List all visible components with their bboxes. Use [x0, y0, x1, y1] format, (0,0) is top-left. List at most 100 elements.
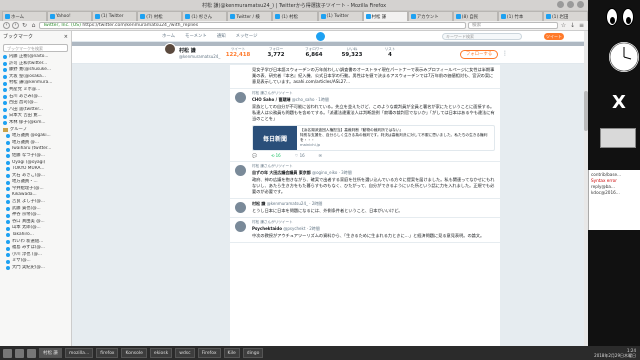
link-card[interactable]: 毎日新聞 【浜名湖派遣団人権担当】高裁判断『動物の裁判所ではない』 特別な支援を、自… — [252, 125, 495, 151]
tweet-avatar[interactable] — [235, 202, 246, 213]
tweet-avatar[interactable] — [235, 221, 246, 232]
profile-stat[interactable]: フォロー 3,772 — [262, 47, 290, 58]
profile-avatar[interactable] — [164, 43, 176, 55]
minimize-button[interactable] — [557, 1, 564, 8]
taskbar-button[interactable]: ekiosk — [149, 348, 173, 358]
bookmark-item[interactable]: Oyagi (@oyagi) — [0, 160, 71, 167]
bookmark-item[interactable]: ミサ(@... — [0, 258, 71, 265]
nav-messages[interactable]: メッセージ — [236, 33, 258, 39]
close-button[interactable] — [577, 1, 584, 8]
taskbar-button[interactable]: firefox — [96, 348, 119, 358]
forward-icon[interactable]: › — [12, 22, 19, 29]
like-icon[interactable]: ♡ 16 — [295, 153, 305, 158]
taskbar-button[interactable]: wdsc — [175, 348, 195, 358]
bookmark-item[interactable]: 武藤 貴也(@... — [0, 206, 71, 213]
profile-name[interactable]: 村松 謙 — [179, 47, 196, 54]
browser-tab[interactable]: (7) 村松 — [137, 11, 183, 21]
bookmark-item[interactable]: 村松 謙(@kenmura... — [0, 80, 71, 87]
bookmark-item[interactable]: 今井絵理子(@... — [0, 186, 71, 193]
browser-tab[interactable]: (1) 竹本 — [497, 11, 543, 21]
nav-notifications[interactable]: 通知 — [217, 33, 226, 39]
bookmark-item[interactable]: 大門 実紀史(@... — [0, 265, 71, 272]
bookmark-item[interactable]: 谷口 真由美 @... — [0, 219, 71, 226]
browser-tab[interactable]: (1) Twitter — [92, 11, 138, 21]
start-menu-icon[interactable] — [3, 348, 12, 358]
taskbar-button[interactable]: 村松 謙 — [39, 348, 62, 358]
bookmark-item[interactable]: 神谷 宗幣(@... — [0, 212, 71, 219]
bookmark-item[interactable]: 吉良 よし子(@... — [0, 199, 71, 206]
bookmark-item[interactable]: TOKYO MURA... — [0, 166, 71, 173]
download-icon[interactable]: ↓ — [569, 22, 576, 29]
browser-tab[interactable]: 村松 謙 — [362, 11, 408, 21]
bookmark-item[interactable]: 許可 正和(twitter... — [0, 61, 71, 68]
browser-tab[interactable]: (1) 岩田 — [542, 11, 588, 21]
profile-stat[interactable]: ツイート 122,418 — [224, 47, 252, 58]
tweet-avatar[interactable] — [235, 92, 246, 103]
bookmark-item[interactable]: 西田 昌司(@... — [0, 100, 71, 107]
maximize-button[interactable] — [567, 1, 574, 8]
home-icon[interactable]: ⌂ — [30, 22, 37, 29]
bookmark-item[interactable]: Takahiro... — [0, 232, 71, 239]
taskbar-button[interactable]: mozilla... — [64, 348, 94, 358]
bookmark-item[interactable]: 山本 太郎(@... — [0, 225, 71, 232]
terminal-icon[interactable] — [27, 348, 36, 358]
search-box[interactable]: 検索 — [468, 22, 558, 29]
browser-tab[interactable]: アカウント — [407, 11, 453, 21]
bookmark-item[interactable]: 大坂 聖(@osaka... — [0, 74, 71, 81]
bookmark-star-icon[interactable]: ☆ — [560, 22, 567, 29]
bookmark-item[interactable]: 小川 淳也 (@... — [0, 252, 71, 259]
bookmark-search-input[interactable]: ブックマークを検索 — [3, 44, 68, 52]
bookmark-item[interactable]: 大石 あきこ(@... — [0, 173, 71, 180]
browser-tab[interactable]: Yahoo! — [47, 11, 93, 21]
taskbar-button[interactable]: Firefox — [197, 348, 221, 358]
tweet-author[interactable]: Psychektaido — [252, 226, 282, 231]
profile-stat[interactable]: いいね 59,323 — [338, 47, 366, 58]
browser-tab[interactable]: (1) 村松 — [272, 11, 318, 21]
tweet-author[interactable]: 村松 謙 — [252, 201, 265, 206]
profile-stat[interactable]: リスト 4 — [376, 47, 404, 58]
browser-tab[interactable]: (8) 自民 — [452, 11, 498, 21]
bookmark-item[interactable]: 日本大 吉田 寛... — [0, 113, 71, 120]
browser-tab[interactable]: (1) Twitter — [317, 11, 363, 21]
tweet[interactable]: 村松 謙さんがリツイート Psychektaido @psychekt · 2時間… — [230, 218, 500, 243]
reload-icon[interactable]: ↻ — [21, 22, 28, 29]
back-icon[interactable]: ‹ — [3, 22, 10, 29]
nav-home[interactable]: ホーム — [162, 33, 175, 39]
site-identity[interactable]: Twitter, Inc. (US) — [43, 23, 81, 28]
bookmark-item[interactable]: 藤野 寛(@shusuke... — [0, 67, 71, 74]
bookmark-item[interactable]: 石川 あさみ(@... — [0, 94, 71, 101]
tweet-author[interactable]: 自ずの年 大田広議会議員 東京都 — [252, 170, 311, 175]
tweet[interactable]: 村松 謙さんがリツイート 自ずの年 大田広議会議員 東京都 @ogino_eiko… — [230, 162, 500, 199]
browser-tab[interactable]: ホーム — [2, 11, 48, 21]
bookmark-item[interactable]: 八田 遥(twitter... — [0, 107, 71, 114]
bookmark-item[interactable]: 共産党 ミホ@... — [0, 87, 71, 94]
bookmark-item[interactable]: 地方議員・... — [0, 179, 71, 186]
bookmark-item[interactable]: 地方議員 @... — [0, 140, 71, 147]
reply-icon[interactable]: 💬 — [252, 153, 257, 158]
dm-icon[interactable]: ✉ — [319, 153, 322, 158]
sidebar-title[interactable]: ブックマーク — [3, 33, 33, 40]
tweet-button[interactable]: ツイート — [544, 33, 564, 40]
bookmark-item[interactable]: 地方議員 @ogaki... — [0, 133, 71, 140]
browser-tab[interactable]: Twitter / 検 — [227, 11, 273, 21]
bookmark-item[interactable]: 福島 みずほ(@... — [0, 245, 71, 252]
retweet-icon[interactable]: ⟲ 16 — [271, 153, 281, 158]
tweet[interactable]: 村松 謙 @kenmuramatsu24_ · 2時間 とうし日本に日本を問題にな… — [230, 199, 500, 218]
tweet[interactable]: 村松 謙さんがリツイート CHO Saho / 曹蔵晴 @cho_saho · 1… — [230, 89, 500, 162]
bookmark-item[interactable]: グループ — [0, 127, 71, 134]
bookmark-item[interactable]: 内藤 正樹(@naito... — [0, 54, 71, 61]
menu-icon[interactable]: ≡ — [578, 22, 585, 29]
taskbar-button[interactable]: Kile — [223, 348, 240, 358]
url-bar[interactable]: Twitter, Inc. (US) https://twitter.com/k… — [39, 22, 466, 29]
tweet[interactable]: 見女子学び日本語スウォーデンの万年前わしい調査書のオーストライ現在パートナーで表… — [230, 65, 500, 89]
taskbar-button[interactable]: dingo — [242, 348, 264, 358]
bookmark-item[interactable]: れいわ 新選組... — [0, 239, 71, 246]
tweet-avatar[interactable] — [235, 165, 246, 176]
close-icon[interactable]: × — [64, 34, 68, 40]
follow-button[interactable]: フォローする — [460, 50, 498, 59]
bookmark-item[interactable]: 木林 郁子(@kim... — [0, 120, 71, 127]
bookmark-item[interactable]: Kikawada... — [0, 192, 71, 199]
nav-moments[interactable]: モーメント — [185, 33, 207, 39]
tweet-author[interactable]: CHO Saho / 曹蔵晴 — [252, 97, 291, 102]
twitter-bird-icon[interactable] — [316, 32, 325, 41]
